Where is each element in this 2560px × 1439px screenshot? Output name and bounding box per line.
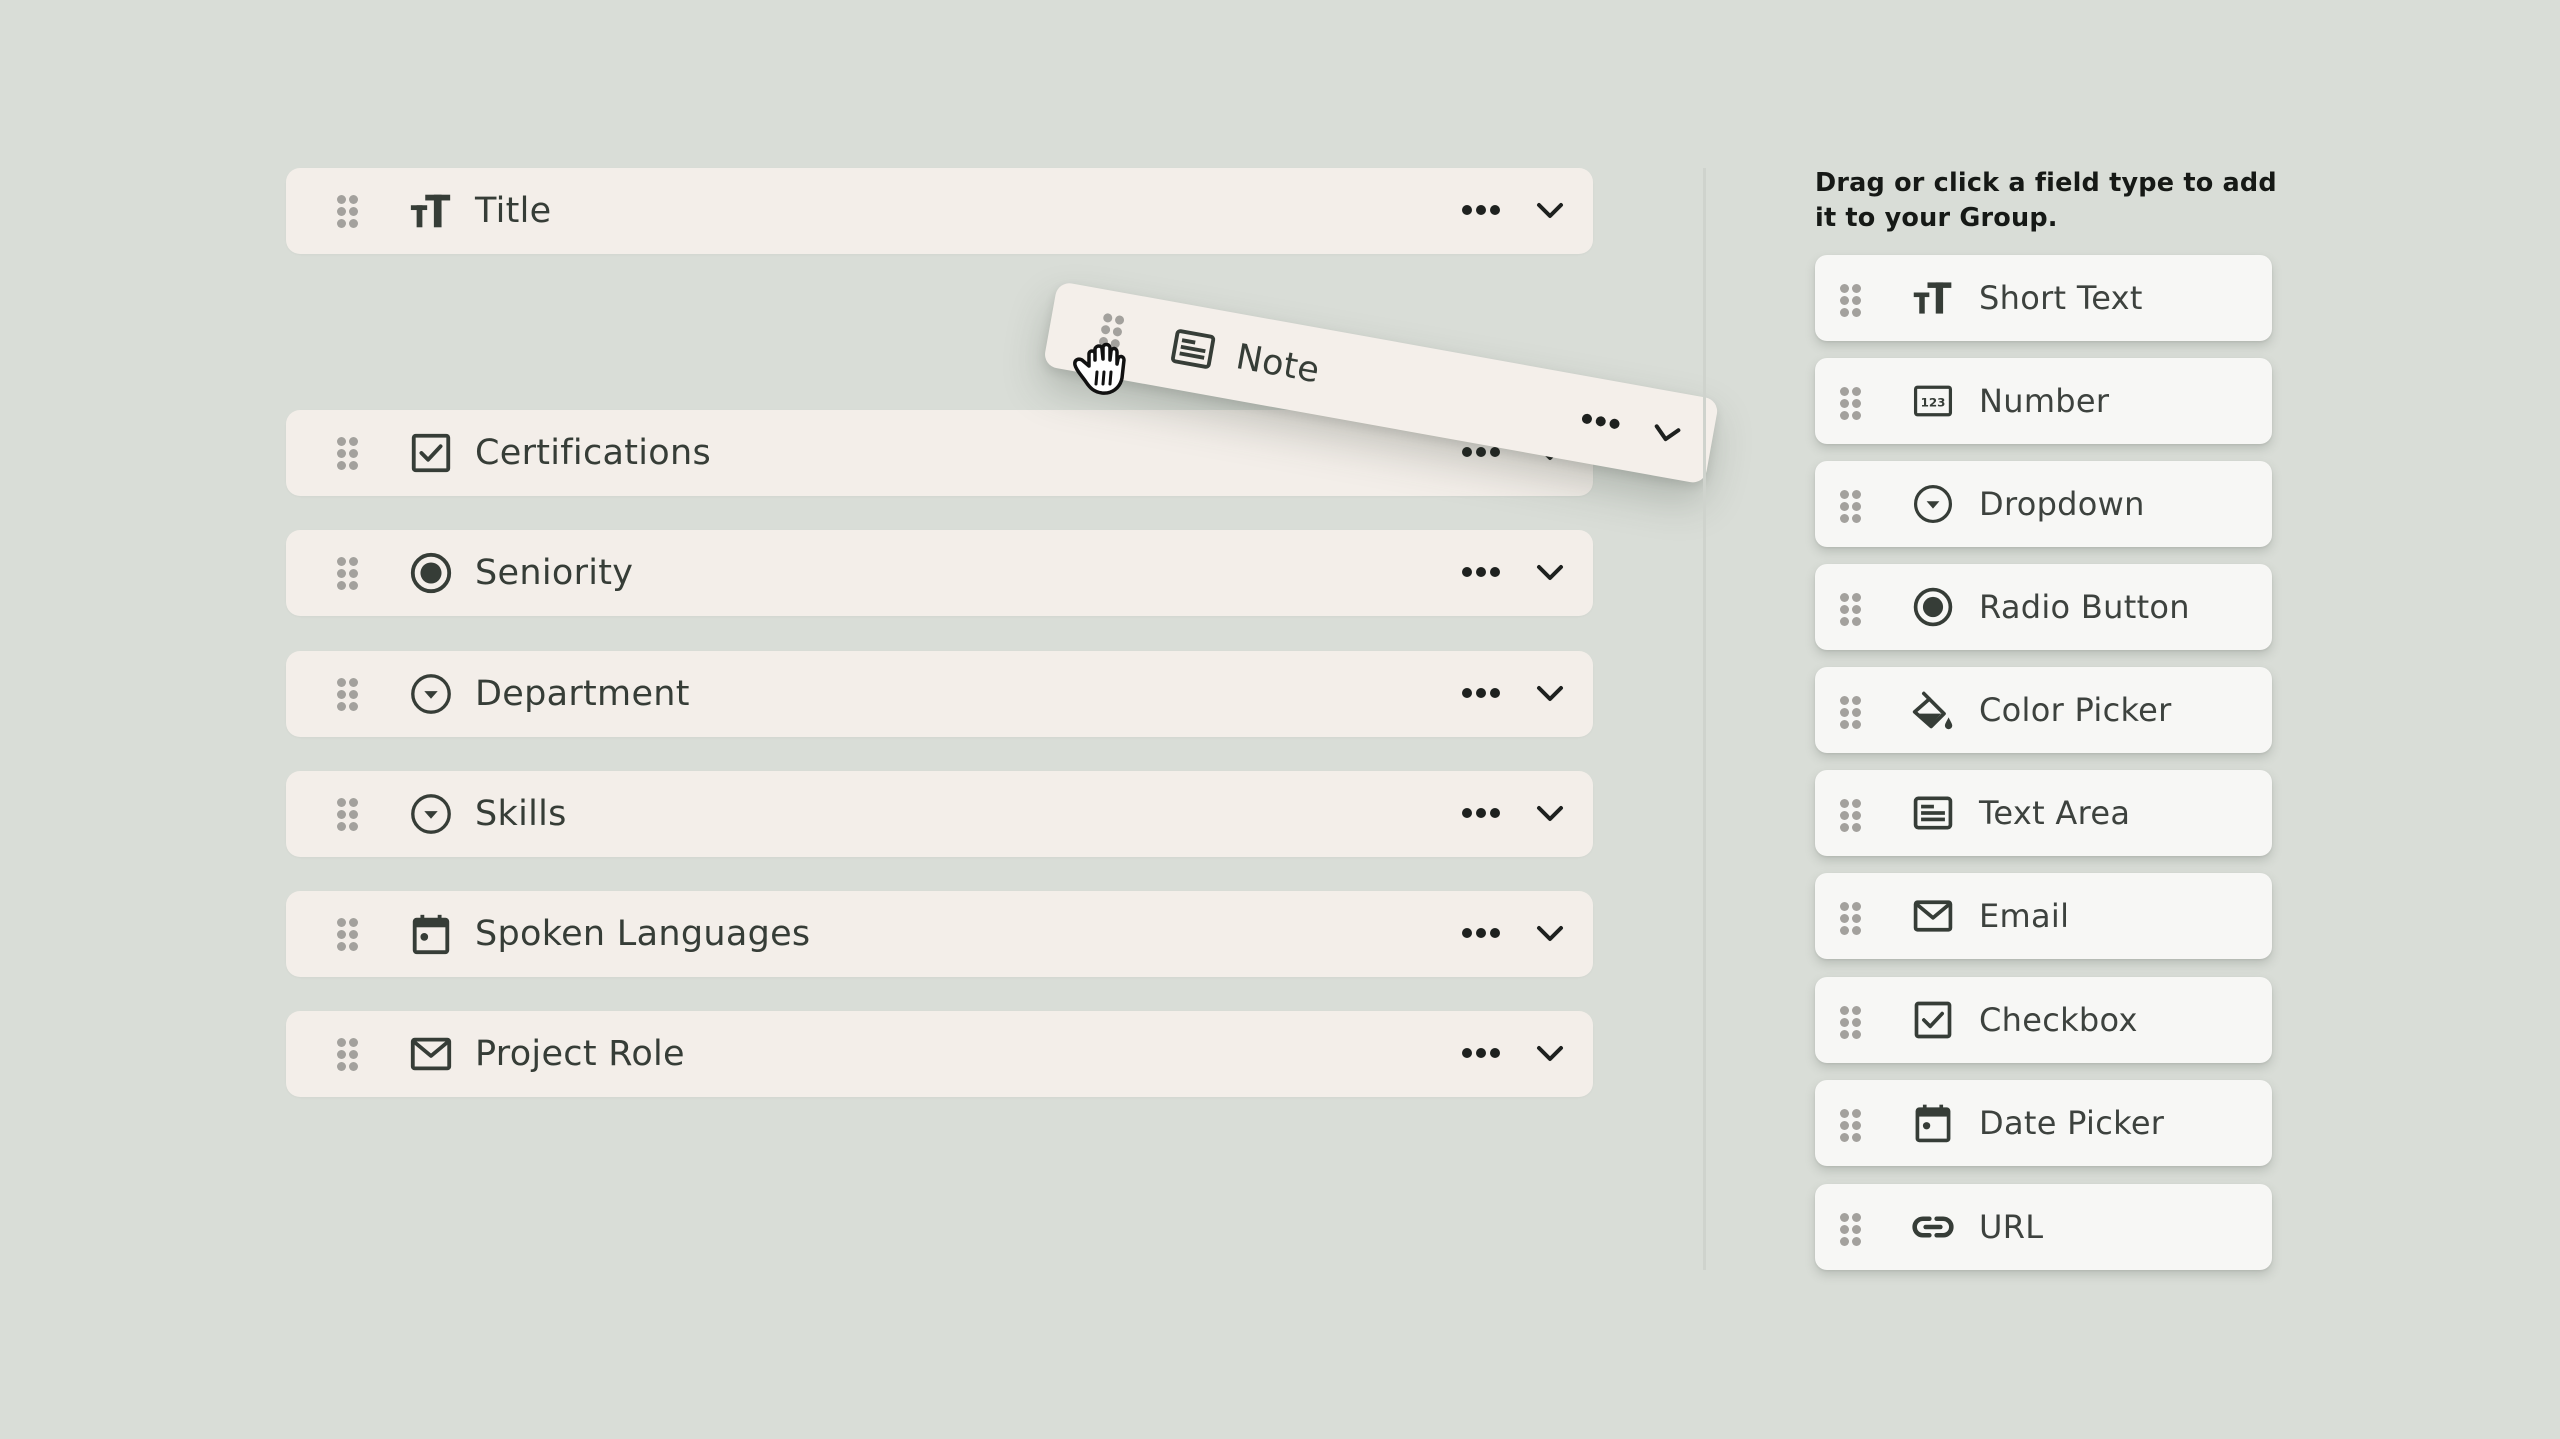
field-type-label: Radio Button xyxy=(1979,588,2190,626)
color-picker-icon xyxy=(1911,688,1955,732)
field-type-dropdown[interactable]: Dropdown xyxy=(1815,461,2272,547)
dropdown-icon xyxy=(408,671,454,717)
checkbox-icon xyxy=(1911,998,1955,1042)
field-type-label: Text Area xyxy=(1979,794,2131,832)
chevron-down-icon[interactable] xyxy=(1648,416,1685,453)
short-text-icon xyxy=(408,188,454,234)
more-options-icon[interactable] xyxy=(1581,410,1623,433)
drag-handle-icon[interactable] xyxy=(336,556,360,590)
field-label: Note xyxy=(1232,337,1323,392)
field-label: Skills xyxy=(475,794,567,834)
number-icon-text: 123 xyxy=(1921,396,1946,410)
text-area-icon xyxy=(1911,791,1955,835)
field-type-text-area[interactable]: Text Area xyxy=(1815,770,2272,856)
drag-handle-icon[interactable] xyxy=(1839,798,1863,832)
drag-handle-icon[interactable] xyxy=(336,194,360,228)
drag-handle-icon[interactable] xyxy=(1839,592,1863,626)
email-icon xyxy=(408,1031,454,1077)
field-type-label: Number xyxy=(1979,382,2110,420)
panel-divider xyxy=(1703,168,1706,1270)
field-type-short-text[interactable]: Short Text xyxy=(1815,255,2272,341)
more-options-icon[interactable] xyxy=(1462,564,1502,580)
field-type-url[interactable]: URL xyxy=(1815,1184,2272,1270)
drag-handle-icon[interactable] xyxy=(1839,283,1863,317)
chevron-down-icon[interactable] xyxy=(1534,798,1566,830)
drag-handle-icon[interactable] xyxy=(1839,1212,1863,1246)
field-type-color-picker[interactable]: Color Picker xyxy=(1815,667,2272,753)
field-label: Department xyxy=(475,674,690,714)
group-field-row[interactable]: Skills xyxy=(286,771,1593,857)
radio-button-icon xyxy=(1911,585,1955,629)
more-options-icon[interactable] xyxy=(1462,685,1502,701)
drag-handle-icon[interactable] xyxy=(1839,695,1863,729)
drag-handle-icon[interactable] xyxy=(1839,386,1863,420)
drag-handle-icon[interactable] xyxy=(1839,1005,1863,1039)
date-picker-icon xyxy=(1911,1101,1955,1145)
group-field-row[interactable]: Spoken Languages xyxy=(286,891,1593,977)
group-field-row[interactable]: Title xyxy=(286,168,1593,254)
field-label: Spoken Languages xyxy=(475,914,811,954)
field-type-radio-button[interactable]: Radio Button xyxy=(1815,564,2272,650)
field-label: Title xyxy=(475,191,552,231)
short-text-icon xyxy=(1911,276,1955,320)
field-type-label: URL xyxy=(1979,1208,2044,1246)
text-area-icon xyxy=(1166,322,1219,375)
chevron-down-icon[interactable] xyxy=(1534,195,1566,227)
group-field-row[interactable]: Seniority xyxy=(286,530,1593,616)
group-field-row[interactable]: Project Role xyxy=(286,1011,1593,1097)
drag-handle-icon[interactable] xyxy=(1839,489,1863,523)
drag-handle-icon[interactable] xyxy=(336,1037,360,1071)
field-type-label: Short Text xyxy=(1979,279,2143,317)
date-picker-icon xyxy=(408,911,454,957)
group-field-row[interactable]: Department xyxy=(286,651,1593,737)
field-type-label: Email xyxy=(1979,897,2070,935)
chevron-down-icon[interactable] xyxy=(1534,557,1566,589)
drag-handle-icon[interactable] xyxy=(336,436,360,470)
field-type-label: Color Picker xyxy=(1979,691,2172,729)
more-options-icon[interactable] xyxy=(1462,202,1502,218)
chevron-down-icon[interactable] xyxy=(1534,678,1566,710)
palette-heading: Drag or click a field type to add it to … xyxy=(1815,168,2277,233)
more-options-icon[interactable] xyxy=(1462,1045,1502,1061)
url-icon xyxy=(1911,1205,1955,1249)
field-label: Certifications xyxy=(475,433,712,473)
chevron-down-icon[interactable] xyxy=(1534,1038,1566,1070)
drag-handle-icon[interactable] xyxy=(336,677,360,711)
more-options-icon[interactable] xyxy=(1462,805,1502,821)
drag-handle-icon[interactable] xyxy=(1839,901,1863,935)
drag-handle-icon[interactable] xyxy=(336,917,360,951)
field-type-label: Date Picker xyxy=(1979,1104,2165,1142)
email-icon xyxy=(1911,894,1955,938)
field-type-number[interactable]: 123 Number xyxy=(1815,358,2272,444)
field-type-label: Checkbox xyxy=(1979,1001,2138,1039)
field-label: Project Role xyxy=(475,1034,685,1074)
number-icon: 123 xyxy=(1911,379,1955,423)
field-type-date-picker[interactable]: Date Picker xyxy=(1815,1080,2272,1166)
drag-handle-icon[interactable] xyxy=(1839,1108,1863,1142)
dropdown-icon xyxy=(1911,482,1955,526)
drag-handle-icon[interactable] xyxy=(336,797,360,831)
radio-button-icon xyxy=(408,550,454,596)
checkbox-icon xyxy=(408,430,454,476)
dropdown-icon xyxy=(408,791,454,837)
grab-cursor-icon xyxy=(1068,330,1132,398)
field-type-email[interactable]: Email xyxy=(1815,873,2272,959)
field-type-checkbox[interactable]: Checkbox xyxy=(1815,977,2272,1063)
more-options-icon[interactable] xyxy=(1462,925,1502,941)
chevron-down-icon[interactable] xyxy=(1534,918,1566,950)
field-type-label: Dropdown xyxy=(1979,485,2145,523)
field-label: Seniority xyxy=(475,553,634,593)
